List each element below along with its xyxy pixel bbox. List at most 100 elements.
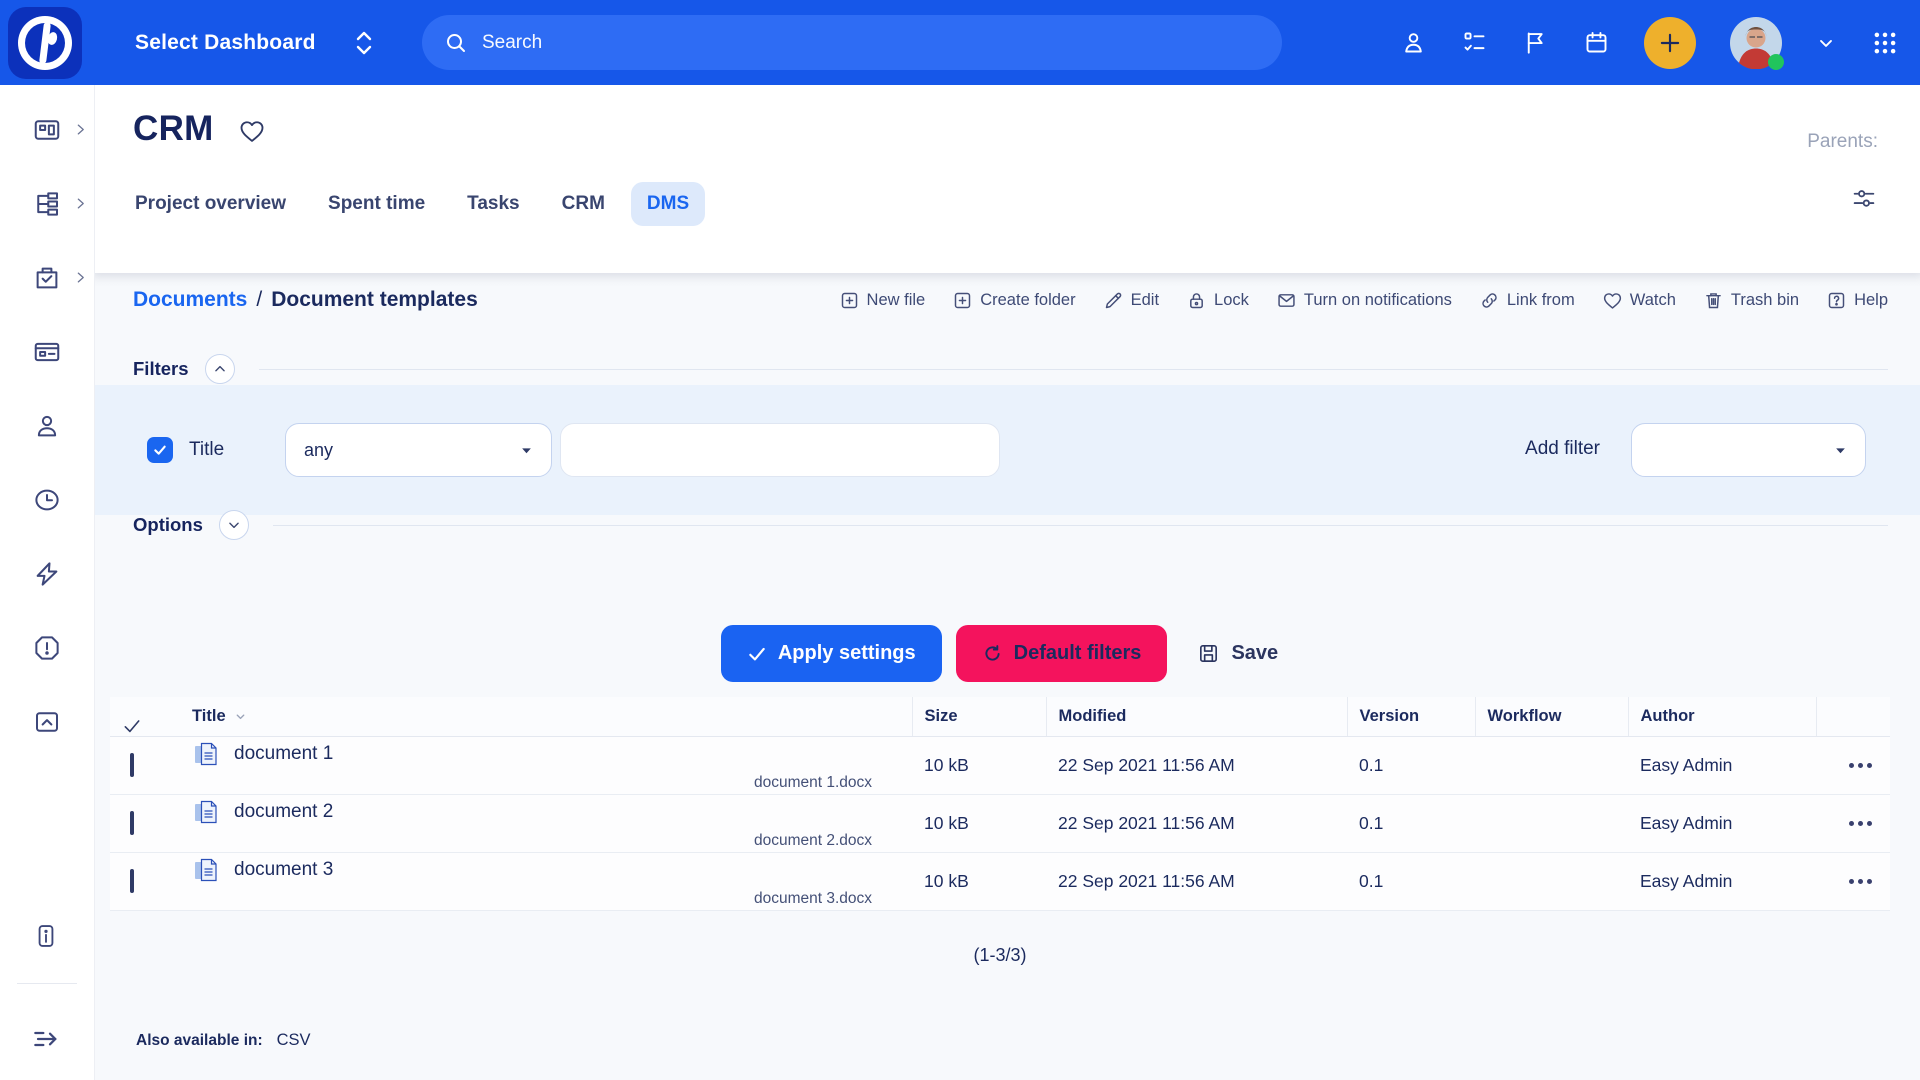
table-row[interactable]: document 3document 3.docx10 kB22 Sep 202… <box>110 853 1890 911</box>
link-icon <box>1479 290 1500 311</box>
word-document-icon <box>192 740 220 768</box>
table-row[interactable]: document 1document 1.docx10 kB22 Sep 202… <box>110 737 1890 795</box>
row-checkbox[interactable] <box>130 753 134 777</box>
edit-button[interactable]: Edit <box>1103 290 1159 311</box>
online-status-dot <box>1768 54 1784 70</box>
column-header-actions <box>1816 697 1890 737</box>
row-actions-menu[interactable] <box>1828 763 1878 768</box>
lock-icon <box>1186 290 1207 311</box>
tab-project-overview[interactable]: Project overview <box>119 182 302 226</box>
search-input[interactable] <box>482 32 1260 54</box>
column-header-workflow[interactable]: Workflow <box>1475 697 1628 737</box>
row-checkbox[interactable] <box>130 811 134 835</box>
chevron-right-icon[interactable] <box>74 123 87 136</box>
table-row[interactable]: document 2document 2.docx10 kB22 Sep 202… <box>110 795 1890 853</box>
sidebar-item-collapse-up[interactable] <box>32 707 62 737</box>
add-plus-button[interactable] <box>1644 17 1696 69</box>
chevron-right-icon[interactable] <box>74 271 87 284</box>
column-header-size[interactable]: Size <box>912 697 1046 737</box>
create-folder-button[interactable]: Create folder <box>952 290 1075 311</box>
tab-spent-time[interactable]: Spent time <box>312 182 441 226</box>
chevron-down-icon <box>227 518 241 532</box>
filters-section-label: Filters <box>133 358 189 380</box>
top-bar: Select Dashboard <box>0 0 1920 85</box>
select-all-check-icon[interactable] <box>122 716 168 736</box>
row-actions-menu[interactable] <box>1828 879 1878 884</box>
tab-crm[interactable]: CRM <box>546 182 621 226</box>
column-header-author[interactable]: Author <box>1628 697 1816 737</box>
add-filter-select[interactable] <box>1631 423 1866 477</box>
sidebar-item-users[interactable] <box>32 411 62 441</box>
info-icon <box>32 922 60 950</box>
cell-size: 10 kB <box>912 853 1046 911</box>
title-filter-operator-select[interactable]: any <box>285 423 552 477</box>
cell-author: Easy Admin <box>1628 737 1816 795</box>
new-file-button[interactable]: New file <box>839 290 926 311</box>
sidebar-item-time[interactable] <box>32 485 62 515</box>
cell-version: 0.1 <box>1347 737 1475 795</box>
title-filter-value-input[interactable] <box>560 423 1000 477</box>
easy-project-logo-icon <box>17 15 73 71</box>
csv-export-link[interactable]: CSV <box>277 1031 311 1050</box>
breadcrumb-current: Document templates <box>271 288 478 312</box>
header-settings-sliders-icon[interactable] <box>1850 185 1878 213</box>
column-header-title[interactable]: Title <box>192 707 900 726</box>
chevron-down-icon[interactable] <box>1816 33 1836 53</box>
breadcrumb-documents-link[interactable]: Documents <box>133 288 247 312</box>
table-header-row: Title Size Modified Version Workflow Aut… <box>110 697 1890 737</box>
global-search[interactable] <box>422 15 1282 70</box>
sidebar-info-button[interactable] <box>32 922 60 950</box>
title-filter-checkbox[interactable] <box>147 437 173 463</box>
flag-icon[interactable] <box>1522 29 1549 56</box>
cell-author: Easy Admin <box>1628 853 1816 911</box>
page-title: CRM <box>133 109 214 149</box>
lock-button[interactable]: Lock <box>1186 290 1249 311</box>
sidebar-item-alerts[interactable] <box>32 633 62 663</box>
profile-icon[interactable] <box>1400 29 1427 56</box>
app-logo[interactable] <box>8 7 82 79</box>
cell-size: 10 kB <box>912 795 1046 853</box>
document-filename: document 1.docx <box>754 774 900 792</box>
document-link[interactable]: document 3 <box>234 859 333 881</box>
sidebar-item-panel[interactable] <box>32 337 62 367</box>
sidebar-divider <box>17 983 77 984</box>
trash-bin-button[interactable]: Trash bin <box>1703 290 1799 311</box>
help-button[interactable]: Help <box>1826 290 1888 311</box>
document-link[interactable]: document 1 <box>234 743 333 765</box>
watch-button[interactable]: Watch <box>1602 290 1676 311</box>
chevron-right-icon[interactable] <box>74 197 87 210</box>
plus-icon <box>1657 30 1683 56</box>
row-actions-menu[interactable] <box>1828 821 1878 826</box>
apps-grid-icon[interactable] <box>1870 28 1900 58</box>
left-sidebar <box>0 85 95 1080</box>
default-filters-button[interactable]: Default filters <box>956 625 1168 682</box>
dashboard-selector[interactable]: Select Dashboard <box>135 0 374 85</box>
turn-on-notifications-button[interactable]: Turn on notifications <box>1276 290 1452 311</box>
link-from-button[interactable]: Watch Link from <box>1479 290 1575 311</box>
cell-modified: 22 Sep 2021 11:56 AM <box>1046 795 1347 853</box>
tab-tasks[interactable]: Tasks <box>451 182 535 226</box>
user-avatar[interactable] <box>1730 17 1782 69</box>
apply-settings-button[interactable]: Apply settings <box>721 625 942 682</box>
refresh-icon <box>982 643 1003 664</box>
sidebar-item-hierarchy[interactable] <box>32 189 62 219</box>
topbar-actions <box>1400 0 1900 85</box>
calendar-icon[interactable] <box>1583 29 1610 56</box>
favorite-heart-icon[interactable] <box>238 118 266 144</box>
hierarchy-icon <box>32 189 62 219</box>
row-checkbox[interactable] <box>130 869 134 893</box>
sidebar-item-dashboard[interactable] <box>32 115 62 145</box>
tasks-checklist-icon[interactable] <box>1461 29 1488 56</box>
tab-dms[interactable]: DMS <box>631 182 705 226</box>
column-header-version[interactable]: Version <box>1347 697 1475 737</box>
document-link[interactable]: document 2 <box>234 801 333 823</box>
sidebar-item-quick[interactable] <box>32 559 62 589</box>
options-expand-button[interactable] <box>219 510 249 540</box>
sidebar-collapse-button[interactable] <box>30 1023 62 1055</box>
filters-collapse-button[interactable] <box>205 354 235 384</box>
save-button[interactable]: Save <box>1181 625 1294 682</box>
sidebar-item-package[interactable] <box>32 263 62 293</box>
column-header-modified[interactable]: Modified <box>1046 697 1347 737</box>
dms-content: Documents / Document templates New file … <box>95 273 1920 1080</box>
document-filename: document 3.docx <box>754 890 900 908</box>
